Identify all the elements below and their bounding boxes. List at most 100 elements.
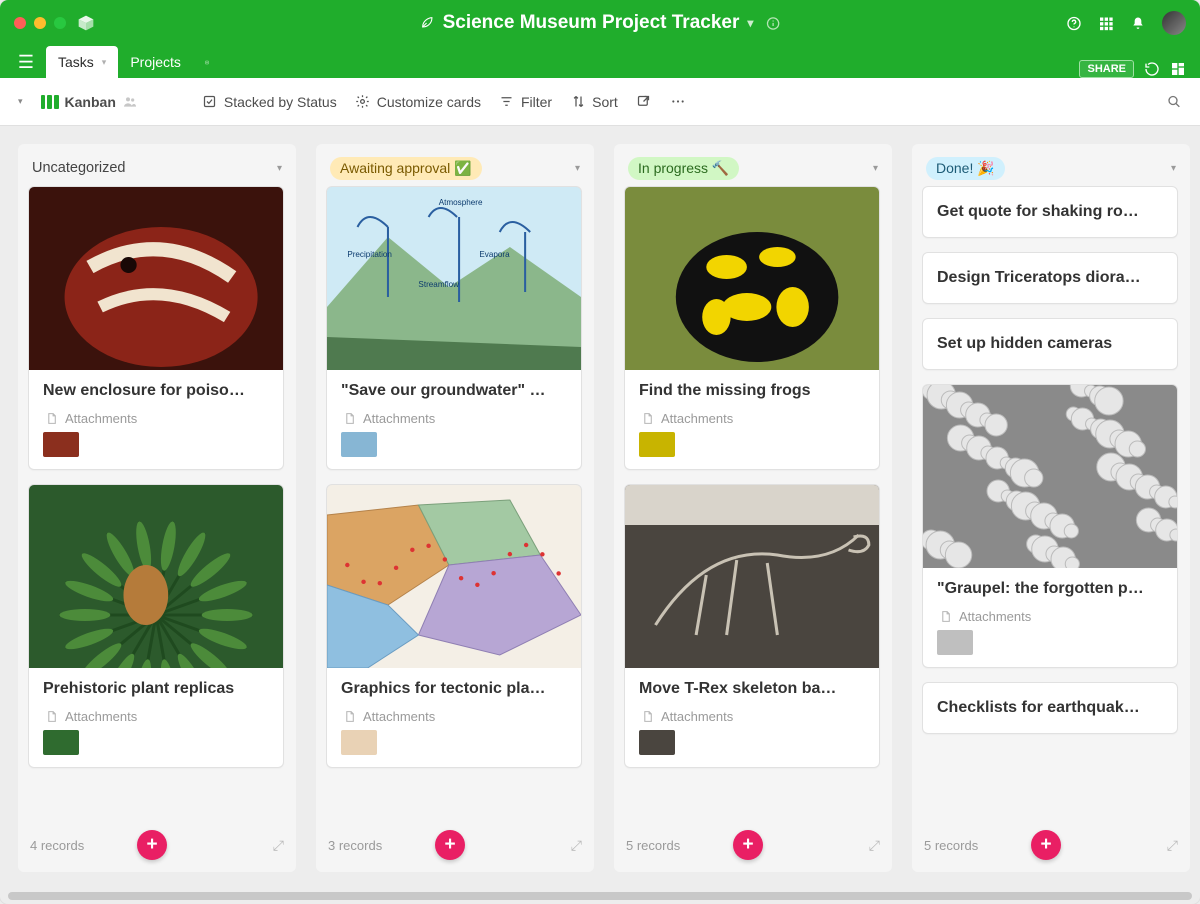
attachment-thumbnail[interactable] xyxy=(43,432,79,457)
file-icon xyxy=(341,410,357,426)
more-horizontal-icon xyxy=(670,94,686,110)
blocks-icon[interactable] xyxy=(1170,61,1186,77)
kanban-column: Awaiting approval ✅ ▾ AtmospherePrecipit… xyxy=(316,144,594,872)
column-scroll-area[interactable]: Get quote for shaking ro… Design Tricerat… xyxy=(922,186,1180,828)
sort-label: Sort xyxy=(592,94,618,110)
kanban-card[interactable]: Graphics for tectonic pla… Attachments xyxy=(326,484,582,768)
view-name: Kanban xyxy=(65,94,116,110)
expand-icon[interactable]: ⤢ xyxy=(869,837,880,854)
close-window-button[interactable] xyxy=(14,17,26,29)
kanban-card[interactable]: Checklists for earthquak… xyxy=(922,682,1178,734)
chevron-down-icon[interactable]: ▾ xyxy=(277,163,282,174)
card-cover-image: AtmospherePrecipitationEvaporaStreamflow xyxy=(327,187,581,370)
kanban-card[interactable]: "Graupel: the forgotten p… Attachments xyxy=(922,384,1178,668)
chevron-down-icon: ▾ xyxy=(102,57,107,68)
column-header[interactable]: Done! 🎉 ▾ xyxy=(922,150,1180,186)
kanban-card[interactable]: Design Triceratops diora… xyxy=(922,252,1178,304)
customize-cards-button[interactable]: Customize cards xyxy=(355,94,481,110)
column-header[interactable]: Uncategorized ▾ xyxy=(28,150,286,186)
expand-icon[interactable]: ⤢ xyxy=(571,837,582,854)
user-avatar[interactable] xyxy=(1162,11,1186,35)
attachments-label: Attachments xyxy=(639,410,865,426)
attachment-thumbnail[interactable] xyxy=(639,432,675,457)
leaf-icon xyxy=(419,15,435,31)
card-title: "Save our groundwater" … xyxy=(341,382,567,400)
add-card-button[interactable]: + xyxy=(435,830,465,860)
info-icon[interactable] xyxy=(765,15,781,31)
add-card-button[interactable]: + xyxy=(137,830,167,860)
card-cover-image xyxy=(327,485,581,668)
chevron-down-icon: ▾ xyxy=(747,16,753,30)
kanban-card[interactable]: Prehistoric plant replicas Attachments xyxy=(28,484,284,768)
add-card-button[interactable]: + xyxy=(1031,830,1061,860)
fullscreen-window-button[interactable] xyxy=(54,17,66,29)
project-title-dropdown[interactable]: Science Museum Project Tracker ▾ xyxy=(419,12,782,34)
share-button[interactable]: SHARE xyxy=(1079,60,1134,78)
column-footer: 5 records + ⤢ xyxy=(624,828,882,862)
tabstrip-right: SHARE xyxy=(1079,60,1186,78)
card-title: "Graupel: the forgotten p… xyxy=(937,580,1163,598)
attachment-thumbnail[interactable] xyxy=(341,730,377,755)
card-cover-image xyxy=(923,385,1177,568)
column-header[interactable]: Awaiting approval ✅ ▾ xyxy=(326,150,584,186)
notifications-icon[interactable] xyxy=(1130,15,1146,31)
help-icon[interactable] xyxy=(1066,15,1082,31)
column-title-pill: Awaiting approval ✅ xyxy=(330,157,482,180)
kanban-card[interactable]: New enclosure for poiso… Attachments xyxy=(28,186,284,470)
kanban-card[interactable]: Get quote for shaking ro… xyxy=(922,186,1178,238)
card-title: New enclosure for poiso… xyxy=(43,382,269,400)
tab-tasks[interactable]: Tasks ▾ xyxy=(46,46,118,78)
column-scroll-area[interactable]: New enclosure for poiso… Attachments Pre… xyxy=(28,186,286,828)
kanban-card[interactable]: Set up hidden cameras xyxy=(922,318,1178,370)
column-scroll-area[interactable]: AtmospherePrecipitationEvaporaStreamflow… xyxy=(326,186,584,828)
attachments-label: Attachments xyxy=(43,708,269,724)
chevron-down-icon[interactable]: ▾ xyxy=(873,163,878,174)
column-header[interactable]: In progress 🔨 ▾ xyxy=(624,150,882,186)
card-title: Checklists for earthquak… xyxy=(937,699,1163,717)
kanban-icon xyxy=(41,95,59,109)
share-view-button[interactable] xyxy=(636,94,652,110)
titlebar: Science Museum Project Tracker ▾ xyxy=(0,0,1200,46)
stacked-by-label: Stacked by Status xyxy=(224,94,337,110)
more-menu-button[interactable] xyxy=(670,94,686,110)
kanban-card[interactable]: Move T-Rex skeleton ba… Attachments xyxy=(624,484,880,768)
attachment-thumbnail[interactable] xyxy=(43,730,79,755)
tab-projects[interactable]: Projects xyxy=(118,46,193,78)
stacked-by-button[interactable]: Stacked by Status xyxy=(202,94,337,110)
add-tab-button[interactable] xyxy=(193,46,221,78)
card-title: Graphics for tectonic pla… xyxy=(341,680,567,698)
apps-grid-icon[interactable] xyxy=(1098,15,1114,31)
sort-button[interactable]: Sort xyxy=(570,94,618,110)
kanban-column: In progress 🔨 ▾ Find the missing frogs A… xyxy=(614,144,892,872)
attachment-thumbnail[interactable] xyxy=(639,730,675,755)
chevron-down-icon[interactable]: ▾ xyxy=(575,163,580,174)
card-cover-image xyxy=(29,485,283,668)
column-title-pill: Done! 🎉 xyxy=(926,157,1005,180)
expand-icon[interactable]: ⤢ xyxy=(1167,837,1178,854)
svg-text:Evapora: Evapora xyxy=(479,250,510,259)
history-icon[interactable] xyxy=(1144,61,1160,77)
records-count: 5 records xyxy=(626,838,680,853)
add-card-button[interactable]: + xyxy=(733,830,763,860)
kanban-board[interactable]: Uncategorized ▾ New enclosure for poiso…… xyxy=(0,126,1200,890)
attachments-label: Attachments xyxy=(341,708,567,724)
chevron-down-icon[interactable]: ▾ xyxy=(1171,163,1176,174)
kanban-card[interactable]: Find the missing frogs Attachments xyxy=(624,186,880,470)
attachment-thumbnail[interactable] xyxy=(341,432,377,457)
file-icon xyxy=(43,410,59,426)
attachment-thumbnail[interactable] xyxy=(937,630,973,655)
column-scroll-area[interactable]: Find the missing frogs Attachments Move … xyxy=(624,186,882,828)
view-switcher[interactable]: Kanban xyxy=(41,94,138,110)
views-dropdown-caret[interactable]: ▾ xyxy=(18,96,23,107)
search-button[interactable] xyxy=(1166,94,1182,110)
filter-button[interactable]: Filter xyxy=(499,94,552,110)
kanban-card[interactable]: AtmospherePrecipitationEvaporaStreamflow… xyxy=(326,186,582,470)
menu-hamburger-button[interactable]: ☰ xyxy=(14,46,38,78)
card-title: Prehistoric plant replicas xyxy=(43,680,269,698)
horizontal-scrollbar[interactable] xyxy=(8,892,1192,900)
attachments-label: Attachments xyxy=(43,410,269,426)
records-count: 3 records xyxy=(328,838,382,853)
minimize-window-button[interactable] xyxy=(34,17,46,29)
column-footer: 3 records + ⤢ xyxy=(326,828,584,862)
expand-icon[interactable]: ⤢ xyxy=(273,837,284,854)
